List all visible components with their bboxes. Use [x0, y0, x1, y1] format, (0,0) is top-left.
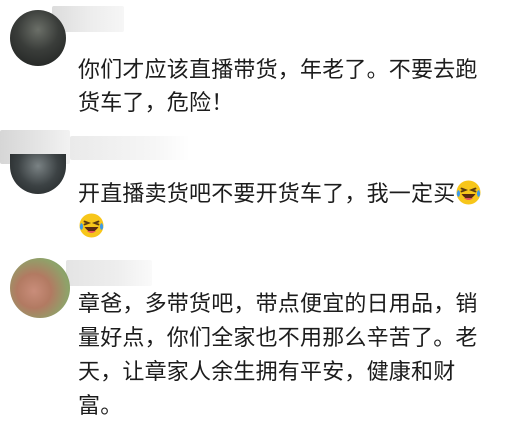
comment-text-body: 开直播卖货吧不要开货车了，我一定买: [78, 182, 456, 207]
comment-item-1: 你们才应该直播带货，年老了。不要去跑货车了，危险！: [0, 0, 509, 130]
comment-text: 你们才应该直播带货，年老了。不要去跑货车了，危险！: [78, 58, 478, 116]
avatar[interactable]: [10, 258, 70, 318]
comment-text: 开直播卖货吧不要开货车了，我一定买: [78, 178, 498, 244]
comment-text: 章爸，多带货吧，带点便宜的日用品，销量好点，你们全家也不用那么辛苦了。老天，让章…: [78, 292, 478, 419]
avatar[interactable]: [10, 154, 66, 194]
comment-item-2: 开直播卖货吧不要开货车了，我一定买: [0, 130, 509, 252]
avatar[interactable]: [10, 10, 66, 66]
laughing-crying-face-icon: [78, 212, 105, 239]
comment-item-3: 章爸，多带货吧，带点便宜的日用品，销量好点，你们全家也不用那么辛苦了。老天，让章…: [0, 252, 509, 419]
laughing-crying-face-icon: [455, 179, 482, 206]
username-blurred: [66, 260, 152, 286]
username-blurred: [70, 136, 190, 160]
